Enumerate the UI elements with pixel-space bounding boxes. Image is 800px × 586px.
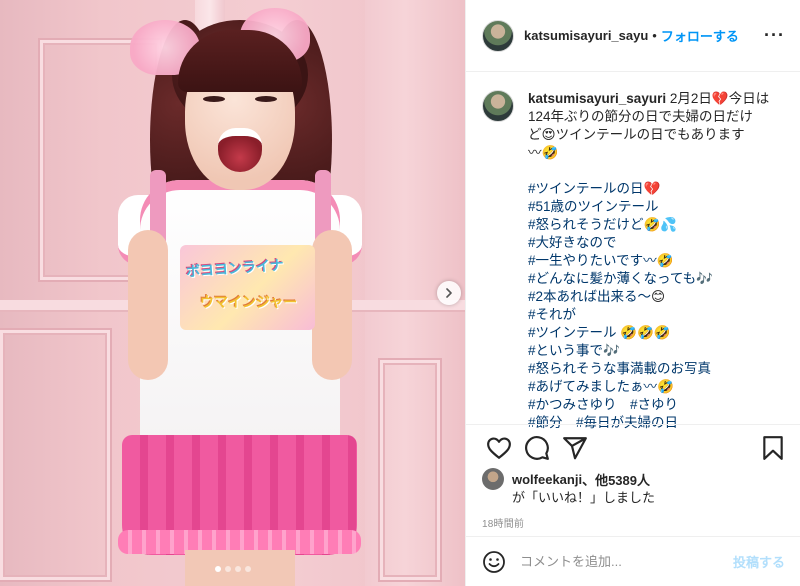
caption-body: katsumisayuri_sayuri 2月2日💔今日は 124年ぶりの節分の…: [528, 90, 790, 432]
mouth: [218, 128, 262, 172]
wall-panel: [380, 360, 440, 580]
caption-username[interactable]: katsumisayuri_sayuri: [528, 91, 666, 106]
arm-left: [128, 230, 168, 380]
laugh-emoji: 🤣: [657, 379, 674, 395]
hashtag-line: #それが: [528, 306, 790, 324]
shirt-print-line2: ウマインジャー: [200, 294, 298, 310]
likes-count[interactable]: 、他5389人: [582, 470, 650, 489]
carousel-dot: [244, 566, 251, 572]
header-separator: •: [652, 28, 657, 43]
hashtag-line: #という事で🎶: [528, 342, 790, 360]
hashtag-link[interactable]: #ツインテール: [528, 325, 617, 340]
hashtag-line: #51歳のツインテール: [528, 198, 790, 216]
post-header: katsumisayuri_sayu • フォローする ···: [466, 0, 800, 72]
hashtag-link[interactable]: #という事で: [528, 343, 603, 358]
hashtag-link[interactable]: #それが: [528, 307, 576, 322]
comment-input[interactable]: [520, 554, 733, 569]
post-photo[interactable]: ボヨヨンライナ ウマインジャー: [0, 0, 465, 586]
carousel-indicator: [0, 566, 465, 572]
caption-line: 〰🤣: [528, 144, 790, 162]
carousel-dot: [234, 566, 241, 572]
comment-icon[interactable]: [524, 435, 550, 461]
laugh-emoji: 🤣: [620, 325, 638, 341]
hashtag-link[interactable]: #怒られそうな事満載のお写真: [528, 361, 711, 376]
hashtag-link[interactable]: #一生やりたいです〰: [528, 253, 657, 268]
share-icon[interactable]: [562, 435, 588, 461]
post-timestamp[interactable]: 18時間前: [482, 515, 524, 530]
laugh-emoji: 🤣: [653, 325, 671, 341]
hashtag-link[interactable]: #ツインテールの日: [528, 181, 644, 196]
hashtag-line: #どんなに髪か薄くなっても🎶: [528, 270, 790, 288]
hashtag-link[interactable]: #さゆり: [630, 397, 678, 412]
caption-author-avatar[interactable]: [482, 90, 514, 122]
music-emoji: 🎶: [603, 343, 620, 359]
more-options-icon[interactable]: ···: [764, 26, 785, 44]
liker-avatar[interactable]: [482, 468, 504, 490]
caption-date: 2月2日: [669, 91, 712, 106]
hashtag-link[interactable]: #かつみさゆり: [528, 397, 617, 412]
hashtag-line: #かつみさゆり #さゆり: [528, 396, 790, 414]
action-bar: [466, 424, 800, 470]
chevron-right-icon: [446, 288, 452, 298]
heart-eyes-emoji: 😍: [541, 127, 556, 143]
caption-line: katsumisayuri_sayuri 2月2日💔今日は: [528, 90, 790, 108]
bookmark-icon[interactable]: [760, 435, 786, 461]
comment-composer: 投稿する: [466, 536, 800, 586]
hashtag-link[interactable]: #51歳のツインテール: [528, 199, 659, 214]
laugh-emoji: 🤣: [656, 253, 674, 269]
hashtag-line: #怒られそうな事満載のお写真: [528, 360, 790, 378]
caption-text: ツインテールの日でもあります: [555, 127, 745, 142]
hashtag-line: #ツインテール 🤣🤣🤣: [528, 324, 790, 342]
hashtag-link[interactable]: #大好きなので: [528, 235, 617, 250]
emoji-picker-icon[interactable]: [482, 550, 506, 574]
post-side-panel: katsumisayuri_sayu • フォローする ··· katsumis…: [465, 0, 800, 586]
laugh-emoji: 🤣: [541, 145, 559, 161]
caption-text: ど: [528, 127, 542, 142]
heart-icon[interactable]: [486, 435, 512, 461]
eye-right: [255, 96, 277, 102]
hashtag-line: #2本あれば出来る〜😊: [528, 288, 790, 306]
broken-heart-emoji: 💔: [643, 181, 661, 197]
carousel-dot: [214, 566, 221, 572]
likes-suffix: が「いいね！」しました: [512, 490, 656, 505]
caption-line: 124年ぶりの節分の日で夫婦の日だけ: [528, 109, 754, 124]
follow-button[interactable]: フォローする: [661, 26, 739, 45]
hashtag-link[interactable]: #怒られそうだけど: [528, 217, 644, 232]
carousel-next-button[interactable]: [437, 281, 461, 305]
music-emoji: 🎶: [696, 271, 713, 287]
broken-heart-emoji: 💔: [711, 91, 729, 107]
hashtag-link[interactable]: #あげてみましたぁ〰: [528, 379, 657, 394]
caption-text: 今日は: [728, 91, 770, 106]
laugh-emoji: 🤣: [643, 217, 661, 233]
carousel-dot: [224, 566, 231, 572]
hashtag-line: #一生やりたいです〰🤣: [528, 252, 790, 270]
hashtag-line: #大好きなので: [528, 234, 790, 252]
author-username[interactable]: katsumisayuri_sayu: [524, 28, 648, 43]
caption-line: ど😍ツインテールの日でもあります: [528, 126, 790, 144]
post-comment-button[interactable]: 投稿する: [733, 552, 785, 571]
caption-text: 〰: [528, 145, 542, 160]
eye-left: [203, 96, 225, 102]
laugh-emoji: 🤣: [637, 325, 654, 341]
author-avatar[interactable]: [482, 19, 514, 52]
hashtag-link[interactable]: #どんなに髪か薄くなっても: [528, 271, 696, 286]
liker-username[interactable]: wolfeekanji: [512, 472, 582, 487]
hashtag-line: #あげてみましたぁ〰🤣: [528, 378, 790, 396]
hashtag-line: #怒られそうだけど🤣💦: [528, 216, 790, 234]
wall-panel: [0, 330, 110, 580]
hashtag-link[interactable]: #2本あれば出来る〜: [528, 289, 651, 304]
hashtag-line: #ツインテールの日💔: [528, 180, 790, 198]
sweat-emoji: 💦: [660, 217, 678, 233]
arm-right: [312, 230, 352, 380]
smile-emoji: 😊: [651, 289, 666, 305]
